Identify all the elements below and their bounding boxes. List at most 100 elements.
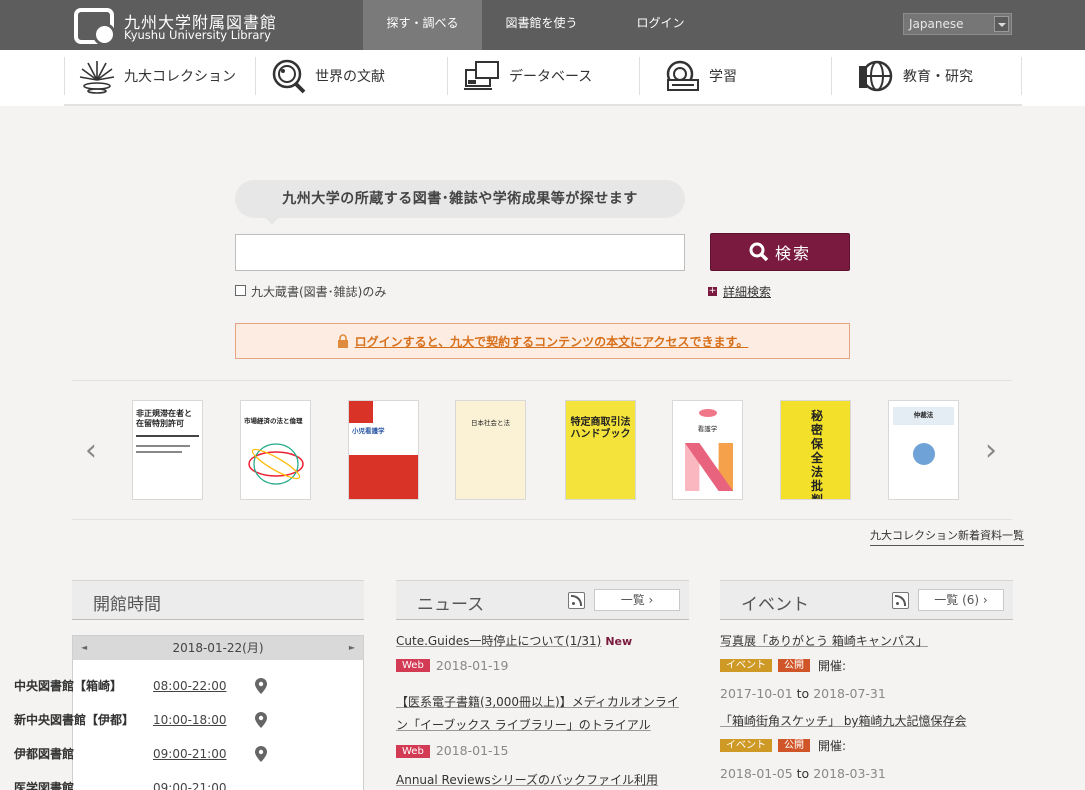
database-icon: [464, 61, 499, 90]
news-panel-header: ニュース 一覧 ›: [396, 580, 689, 620]
login-notice[interactable]: ログインすると、九大で契約するコンテンツの本文にアクセスできます。: [235, 323, 850, 359]
book-cover[interactable]: 非正規滞在者と在留特別許可: [132, 400, 203, 500]
book-art: [248, 443, 304, 485]
lock-icon: [337, 334, 348, 348]
book-title: 日本社会と法: [471, 419, 510, 427]
library-name: 新中央図書館【伊都】: [14, 713, 135, 727]
book-cover[interactable]: 仲裁法: [888, 400, 959, 500]
book-cover[interactable]: 看護学: [672, 400, 743, 500]
language-select[interactable]: Japanese: [903, 13, 1012, 35]
news-item: 【医系電子書籍(3,000冊以上)】メディカルオンライン「イーブックス ライブラ…: [396, 691, 689, 761]
library-hours[interactable]: 09:00-21:00: [153, 781, 253, 790]
rss-icon[interactable]: [568, 592, 585, 609]
event-hold-label: 開催:: [818, 739, 847, 753]
category-education-research[interactable]: 教育・研究: [832, 57, 1022, 95]
event-link[interactable]: 「箱崎街角スケッチ」 by箱崎九大記憶保存会: [720, 714, 967, 728]
hours-row: 新中央図書館【伊都】 10:00-18:00: [14, 711, 274, 728]
carousel-prev-button[interactable]: ‹: [85, 436, 101, 466]
event-item: 写真展「ありがとう 箱崎キャンパス」 イベント 公開 開催: 2017-10-01 …: [720, 633, 1013, 701]
education-research-icon: [859, 60, 893, 92]
book-title: 非正規滞在者と在留特別許可: [136, 409, 192, 428]
events-title: イベント: [741, 595, 809, 615]
nav-search[interactable]: 探す・調べる: [363, 0, 482, 50]
login-notice-text: ログインすると、九大で契約するコンテンツの本文にアクセスできます。: [354, 334, 749, 349]
library-logo[interactable]: 九州大学附属図書館 Kyushu University Library: [74, 8, 284, 46]
event-from: 2017-10-01: [720, 686, 793, 701]
category-label: 学習: [709, 69, 737, 85]
search-input[interactable]: [235, 234, 685, 271]
category-label: データベース: [509, 69, 593, 85]
library-hours[interactable]: 10:00-18:00: [153, 713, 253, 727]
category-label: 九大コレクション: [124, 69, 236, 85]
book-cover[interactable]: 日本社会と法: [455, 400, 526, 500]
advanced-search-link[interactable]: + 詳細検索: [708, 283, 771, 300]
calendar-next-button[interactable]: ►: [349, 636, 355, 660]
map-pin-icon[interactable]: [255, 745, 267, 762]
calendar-header: ◄ 2018-01-22(月) ►: [73, 636, 363, 660]
library-hours[interactable]: 08:00-22:00: [153, 679, 253, 693]
book-cover[interactable]: 特定商取引法ハンドブック: [565, 400, 636, 500]
plus-icon: +: [708, 286, 717, 296]
library-name: 伊都図書館: [14, 747, 75, 761]
news-item: Annual Reviewsシリーズのバックファイル利用: [396, 772, 689, 788]
book-title: 看護学: [697, 425, 718, 433]
public-tag: 公開: [778, 739, 810, 752]
news-title: ニュース: [417, 595, 485, 615]
news-link[interactable]: 【医系電子書籍(3,000冊以上)】メディカルオンライン「イーブックス ライブラ…: [396, 695, 679, 732]
search-prompt: 九州大学の所蔵する図書･雑誌や学術成果等が探せます: [235, 180, 685, 225]
news-more-button[interactable]: 一覧 ›: [594, 589, 680, 611]
new-collection-link[interactable]: 九大コレクション新着資料一覧: [870, 527, 1024, 546]
book-title: 小児看護学: [352, 427, 385, 435]
library-name: 医学図書館: [14, 781, 75, 790]
book-title: 仲裁法: [913, 411, 934, 419]
book-cover[interactable]: 秘密保全法批判: [780, 400, 851, 500]
category-database[interactable]: データベース: [448, 57, 640, 95]
book-title: 特定商取引法ハンドブック: [570, 417, 631, 440]
map-pin-icon[interactable]: [255, 711, 267, 728]
new-badge: New: [605, 635, 633, 648]
own-collection-label[interactable]: 九大蔵書(図書･雑誌)のみ: [251, 283, 386, 300]
book-cover[interactable]: 小児看護学: [348, 400, 419, 500]
kyudai-collection-icon: [79, 61, 115, 94]
rss-icon[interactable]: [892, 592, 909, 609]
search-button[interactable]: 検索: [710, 233, 850, 271]
logo-en: Kyushu University Library: [124, 28, 271, 42]
category-divider: [64, 104, 1022, 106]
language-value: Japanese: [909, 17, 964, 31]
event-link[interactable]: 写真展「ありがとう 箱崎キャンパス」: [720, 634, 928, 648]
carousel-next-button[interactable]: ›: [985, 436, 1001, 466]
nav-use-library[interactable]: 図書館を使う: [482, 0, 601, 50]
web-tag: Web: [396, 659, 430, 672]
hours-row: 中央図書館【箱崎】 08:00-22:00: [14, 677, 274, 694]
hours-row: 医学図書館 09:00-21:00: [14, 779, 274, 790]
category-label: 世界の文献: [315, 69, 385, 85]
category-kyudai-collection[interactable]: 九大コレクション: [64, 57, 256, 95]
library-hours[interactable]: 09:00-21:00: [153, 747, 253, 761]
event-to: 2018-03-31: [813, 766, 886, 781]
category-world-literature[interactable]: 世界の文献: [256, 57, 448, 95]
news-link[interactable]: Annual Reviewsシリーズのバックファイル利用: [396, 773, 658, 787]
chevron-down-icon: [994, 16, 1009, 32]
nav-login[interactable]: ログイン: [601, 0, 720, 50]
hours-row: 伊都図書館 09:00-21:00: [14, 745, 274, 762]
events-more-button[interactable]: 一覧 (6) ›: [918, 589, 1004, 611]
own-collection-checkbox[interactable]: [235, 285, 246, 296]
public-tag: 公開: [778, 659, 810, 672]
news-date: 2018-01-15: [435, 743, 509, 758]
calendar-prev-button[interactable]: ◄: [81, 636, 87, 660]
news-link[interactable]: Cute.Guides一時停止について(1/31): [396, 634, 601, 648]
category-learning[interactable]: 学習: [640, 57, 832, 95]
event-item: 「箱崎街角スケッチ」 by箱崎九大記憶保存会 イベント 公開 開催: 2018-01…: [720, 713, 1013, 781]
event-from: 2018-01-05: [720, 766, 793, 781]
map-pin-icon[interactable]: [255, 677, 267, 694]
category-label: 教育・研究: [903, 69, 973, 85]
hours-panel-header: 開館時間: [72, 580, 364, 620]
book-title: 市場経済の法と倫理: [244, 417, 303, 425]
advanced-search-label: 詳細検索: [723, 285, 772, 299]
hours-title: 開館時間: [93, 595, 161, 615]
event-hold-label: 開催:: [818, 659, 847, 673]
new-books-carousel: [72, 380, 1012, 520]
book-cover[interactable]: 市場経済の法と倫理: [240, 400, 311, 500]
news-date: 2018-01-19: [435, 658, 509, 673]
news-item: Cute.Guides一時停止について(1/31) New Web 2018-01-…: [396, 633, 689, 673]
